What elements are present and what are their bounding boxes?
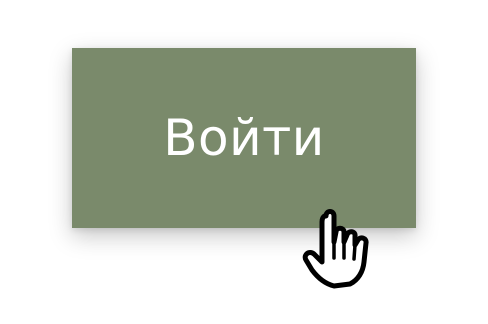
hand-pointer-icon xyxy=(296,198,396,298)
login-button-label: Войти xyxy=(163,109,325,167)
page: Войти xyxy=(0,0,488,324)
